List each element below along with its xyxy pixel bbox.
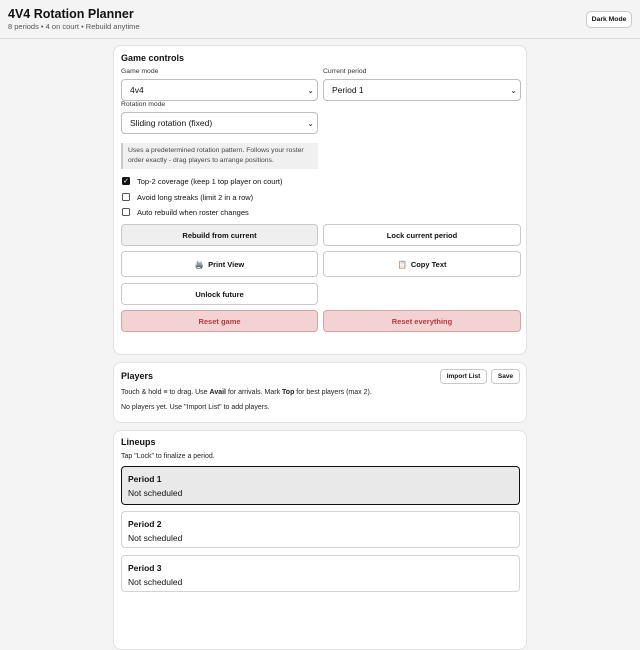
period-name: Period 2: [128, 519, 162, 529]
auto-rebuild-label: Auto rebuild when roster changes: [137, 207, 249, 217]
period-name: Period 1: [128, 474, 162, 484]
rotation-mode-select[interactable]: Sliding rotation (fixed) ⌄: [121, 112, 318, 134]
clipboard-icon: 📋: [397, 259, 407, 269]
auto-rebuild-option[interactable]: Auto rebuild when roster changes: [122, 207, 249, 217]
checkbox-checked-icon[interactable]: ✓: [122, 177, 130, 185]
checkbox-unchecked-icon[interactable]: [122, 208, 130, 216]
current-period-select[interactable]: Period 1 ⌄: [323, 79, 521, 101]
reset-game-button[interactable]: Reset game: [121, 310, 318, 332]
period-card-1[interactable]: Period 1 Not scheduled: [121, 466, 520, 505]
game-controls-card: Game controls Game mode 4v4 ⌄ Current pe…: [113, 45, 527, 355]
players-hint: Touch & hold ≡ to drag. Use Avail for ar…: [121, 389, 372, 396]
checkbox-unchecked-icon[interactable]: [122, 193, 130, 201]
avoid-streaks-option[interactable]: Avoid long streaks (limit 2 in a row): [122, 192, 253, 202]
period-status: Not scheduled: [128, 577, 183, 587]
chevron-down-icon: ⌄: [510, 86, 517, 95]
players-empty-text: No players yet. Use "Import List" to add…: [121, 404, 270, 411]
unlock-future-button[interactable]: Unlock future: [121, 283, 318, 305]
save-button[interactable]: Save: [491, 369, 520, 384]
current-period-label: Current period: [323, 68, 367, 75]
lineups-title: Lineups: [121, 437, 156, 447]
current-period-value: Period 1: [332, 85, 364, 95]
period-status: Not scheduled: [128, 533, 183, 543]
game-mode-label: Game mode: [121, 68, 159, 75]
game-controls-title: Game controls: [121, 53, 185, 63]
period-name: Period 3: [128, 563, 162, 573]
copy-text-button[interactable]: 📋 Copy Text: [323, 251, 521, 277]
hint-text: Touch & hold ≡ to drag. Use: [121, 389, 210, 396]
hint-text: for best players (max 2).: [294, 389, 372, 396]
period-status: Not scheduled: [128, 488, 183, 498]
copy-text-label: Copy Text: [410, 259, 447, 269]
import-list-button[interactable]: Import List: [440, 369, 487, 384]
avoid-streaks-label: Avoid long streaks (limit 2 in a row): [137, 192, 254, 202]
hint-text: for arrivals. Mark: [226, 389, 283, 396]
hint-top: Top: [282, 389, 295, 396]
top2-coverage-label: Top-2 coverage (keep 1 top player on cou…: [137, 176, 283, 186]
players-title: Players: [121, 371, 154, 381]
lock-current-period-button[interactable]: Lock current period: [323, 224, 521, 246]
lineups-hint: Tap "Lock" to finalize a period.: [121, 453, 215, 460]
reset-everything-button[interactable]: Reset everything: [323, 310, 521, 332]
rotation-info-text: Uses a predetermined rotation pattern. F…: [121, 143, 318, 169]
rebuild-from-current-button[interactable]: Rebuild from current: [121, 224, 318, 246]
dark-mode-button[interactable]: Dark Mode: [586, 11, 632, 28]
period-card-2[interactable]: Period 2 Not scheduled: [121, 511, 520, 548]
chevron-down-icon: ⌄: [307, 86, 314, 95]
players-card: Players Import List Save Touch & hold ≡ …: [113, 362, 527, 423]
hint-avail: Avail: [209, 389, 227, 396]
print-view-label: Print View: [208, 259, 245, 269]
app-title: 4V4 Rotation Planner: [8, 7, 134, 21]
period-card-3[interactable]: Period 3 Not scheduled: [121, 555, 520, 592]
printer-icon: 🖨️: [194, 259, 205, 269]
game-mode-select[interactable]: 4v4 ⌄: [121, 79, 318, 101]
rotation-mode-label: Rotation mode: [121, 101, 166, 108]
chevron-down-icon: ⌄: [307, 119, 314, 128]
top2-coverage-option[interactable]: ✓ Top-2 coverage (keep 1 top player on c…: [122, 176, 283, 186]
game-mode-value: 4v4: [130, 85, 144, 95]
lineups-card: Lineups Tap "Lock" to finalize a period.…: [113, 430, 527, 650]
rotation-mode-value: Sliding rotation (fixed): [130, 118, 213, 128]
app-header: 4V4 Rotation Planner 8 periods • 4 on co…: [0, 0, 640, 39]
print-view-button[interactable]: 🖨️ Print View: [121, 251, 318, 277]
app-subtitle: 8 periods • 4 on court • Rebuild anytime: [8, 22, 140, 31]
